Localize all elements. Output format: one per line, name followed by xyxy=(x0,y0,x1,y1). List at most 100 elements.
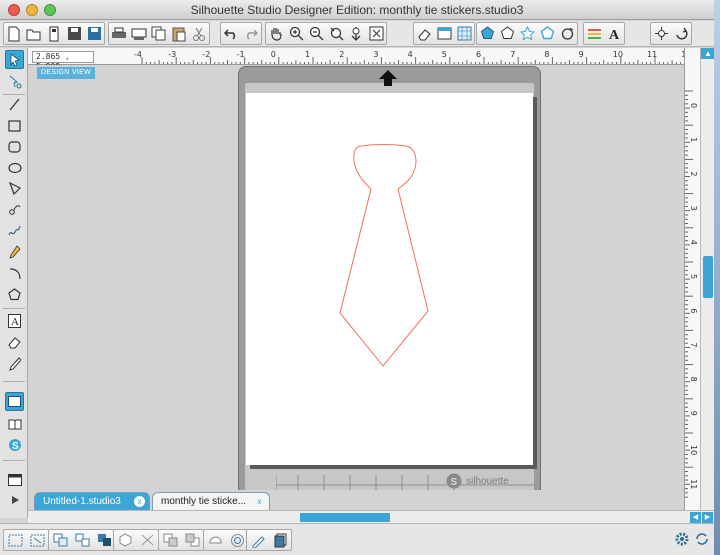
rectangle-tool-icon[interactable] xyxy=(5,116,24,135)
sync-icon[interactable] xyxy=(694,531,710,550)
send-backward-icon[interactable] xyxy=(181,530,203,550)
knife-tool-icon[interactable] xyxy=(5,354,24,373)
group-icon[interactable] xyxy=(49,530,71,550)
window-close-button[interactable] xyxy=(8,4,20,16)
sd-card-icon[interactable] xyxy=(44,23,64,44)
copy-icon[interactable] xyxy=(149,23,169,44)
save-library-icon[interactable] xyxy=(84,23,104,44)
paste-icon[interactable] xyxy=(169,23,189,44)
horizontal-scroll-thumb[interactable] xyxy=(300,513,390,522)
text-style-icon[interactable]: A xyxy=(604,23,624,44)
bring-forward-icon[interactable] xyxy=(159,530,181,550)
zoom-out-icon[interactable] xyxy=(306,23,326,44)
window-minimize-button[interactable] xyxy=(26,4,38,16)
vertical-scrollbar[interactable]: ▲ xyxy=(700,48,715,514)
page-tools-group xyxy=(413,22,475,45)
tab-monthly-tie-stickers[interactable]: monthly tie sticke... x xyxy=(152,492,270,510)
line-tool-icon[interactable] xyxy=(5,95,24,114)
history-tools-group xyxy=(220,22,262,45)
fill-gradient-icon[interactable] xyxy=(497,23,517,44)
tab-untitled-1[interactable]: Untitled-1.studio3 x xyxy=(34,492,150,510)
library-panel-icon[interactable] xyxy=(5,414,24,433)
curve-tool-icon[interactable] xyxy=(5,200,24,219)
tie-shape[interactable] xyxy=(246,93,533,465)
mat-brand-text: silhouette xyxy=(466,475,509,487)
ungroup-icon[interactable] xyxy=(71,530,93,550)
print-cut-icon[interactable] xyxy=(129,23,149,44)
ruler-label: 0 xyxy=(689,103,698,108)
zoom-select-icon[interactable] xyxy=(326,23,346,44)
ruler-label: 7 xyxy=(689,342,698,347)
drag-zoom-icon[interactable] xyxy=(346,23,366,44)
deselect-icon[interactable] xyxy=(26,530,48,550)
ruler-label: 3 xyxy=(689,206,698,211)
tab-close-icon[interactable]: x xyxy=(254,496,265,507)
offset-icon[interactable] xyxy=(226,530,248,550)
horizontal-scrollbar[interactable]: ◀ ▶ xyxy=(28,510,714,523)
tab-close-icon[interactable]: x xyxy=(134,496,145,507)
ruler-label: 11 xyxy=(647,50,657,59)
save-icon[interactable] xyxy=(64,23,84,44)
weld-icon[interactable] xyxy=(204,530,226,550)
misc-tools-group xyxy=(246,529,292,551)
regular-polygon-tool-icon[interactable] xyxy=(5,285,24,304)
arc-tool-icon[interactable] xyxy=(5,264,24,283)
play-icon[interactable] xyxy=(5,490,24,509)
polygon-tool-icon[interactable] xyxy=(5,179,24,198)
ruler-label: 9 xyxy=(689,411,698,416)
smooth-freehand-tool-icon[interactable] xyxy=(5,242,24,261)
compound-path-icon[interactable] xyxy=(93,530,115,550)
line-style-icon[interactable] xyxy=(557,23,577,44)
svg-text:A: A xyxy=(11,316,19,328)
trace-icon[interactable] xyxy=(247,530,269,550)
scroll-up-icon[interactable]: ▲ xyxy=(701,48,715,59)
text-tool-icon[interactable]: A xyxy=(5,311,24,330)
ruler-label: 1 xyxy=(689,137,698,142)
scroll-right-icon[interactable]: ▶ xyxy=(702,512,713,523)
release-compound-icon[interactable] xyxy=(136,530,158,550)
eraser-icon[interactable] xyxy=(414,23,434,44)
hand-pan-icon[interactable] xyxy=(266,23,286,44)
settings-gear-icon[interactable] xyxy=(674,531,690,550)
line-weight-icon[interactable] xyxy=(584,23,604,44)
scroll-left-icon[interactable]: ◀ xyxy=(690,512,701,523)
new-document-icon[interactable] xyxy=(4,23,24,44)
undo-icon[interactable] xyxy=(221,23,241,44)
zoom-in-icon[interactable] xyxy=(286,23,306,44)
fill-pattern-icon[interactable] xyxy=(517,23,537,44)
effects-tools-group xyxy=(203,529,249,551)
design-canvas[interactable]: S silhouette xyxy=(28,65,684,490)
page-area[interactable] xyxy=(246,93,533,465)
grid-settings-icon[interactable] xyxy=(454,23,474,44)
fill-color-icon[interactable] xyxy=(477,23,497,44)
line-color-icon[interactable] xyxy=(537,23,557,44)
rounded-rectangle-tool-icon[interactable] xyxy=(5,137,24,156)
ruler-label: 11 xyxy=(689,479,698,489)
group-tools-group xyxy=(48,529,116,551)
file-tools-group xyxy=(3,22,105,45)
select-all-icon[interactable] xyxy=(4,530,26,550)
vertical-scroll-thumb[interactable] xyxy=(703,256,713,298)
send-to-cutter-panel-icon[interactable] xyxy=(5,470,24,489)
window-zoom-button[interactable] xyxy=(44,4,56,16)
page-setup-icon[interactable] xyxy=(434,23,454,44)
fit-page-icon[interactable] xyxy=(366,23,386,44)
layers-icon[interactable] xyxy=(269,530,291,550)
transform-icon[interactable] xyxy=(651,23,671,44)
eraser-tool-icon[interactable] xyxy=(5,333,24,352)
print-icon[interactable] xyxy=(109,23,129,44)
silhouette-logo-icon: S xyxy=(446,473,462,489)
freehand-tool-icon[interactable] xyxy=(5,221,24,240)
redo-icon[interactable] xyxy=(241,23,261,44)
edit-points-icon[interactable] xyxy=(5,72,24,91)
replicate-icon[interactable] xyxy=(671,23,691,44)
ellipse-tool-icon[interactable] xyxy=(5,158,24,177)
ruler-label: 4 xyxy=(689,240,698,245)
window-title: Silhouette Studio Designer Edition: mont… xyxy=(190,3,524,17)
make-compound-icon[interactable] xyxy=(114,530,136,550)
select-arrow-icon[interactable] xyxy=(5,50,24,69)
silhouette-store-icon[interactable]: S xyxy=(5,435,24,454)
cut-icon[interactable] xyxy=(189,23,209,44)
open-icon[interactable] xyxy=(24,23,44,44)
design-view-panel-icon[interactable] xyxy=(5,392,24,411)
